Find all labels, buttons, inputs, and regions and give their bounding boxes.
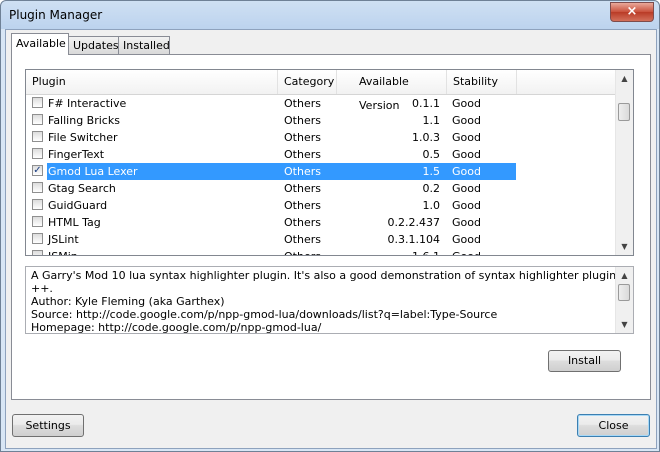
table-row[interactable]: HTML Tag Others 0.2.2.437 Good (26, 214, 516, 231)
row-highlight (47, 214, 516, 231)
row-plugin-name: File Switcher (48, 131, 118, 144)
tab-updates[interactable]: Updates (68, 36, 119, 54)
row-category: Others (284, 199, 321, 212)
row-checkbox[interactable] (32, 97, 43, 108)
row-checkbox[interactable] (32, 182, 43, 193)
row-stability: Good (452, 199, 481, 212)
table-row[interactable]: File Switcher Others 1.0.3 Good (26, 129, 516, 146)
install-button[interactable]: Install (548, 350, 621, 372)
row-checkbox[interactable] (32, 114, 43, 125)
row-plugin-name: F# Interactive (48, 97, 127, 110)
row-version: 0.3.1.104 (387, 233, 440, 246)
row-checkbox[interactable] (32, 250, 43, 255)
row-highlight (47, 248, 516, 255)
scroll-thumb[interactable] (618, 284, 630, 301)
scroll-down-icon[interactable]: ▼ (616, 238, 633, 255)
title-bar[interactable]: Plugin Manager × (1, 1, 659, 29)
window-close-icon[interactable]: × (610, 2, 654, 22)
row-plugin-name: Gtag Search (48, 182, 116, 195)
table-row[interactable]: F# Interactive Others 0.1.1 Good (26, 95, 516, 112)
scroll-up-icon[interactable]: ▲ (616, 267, 633, 284)
row-version: 0.5 (422, 148, 441, 161)
row-checkbox[interactable] (32, 131, 43, 142)
row-category: Others (284, 250, 321, 255)
row-category: Others (284, 165, 321, 178)
row-highlight (47, 197, 516, 214)
row-checkbox[interactable] (32, 216, 43, 227)
row-version: 1.6.1 (336, 250, 440, 255)
row-category: Others (284, 131, 321, 144)
plugin-list-header: Plugin Category Available Version Stabil… (26, 70, 616, 112)
row-highlight (47, 180, 516, 197)
row-highlight (47, 231, 516, 248)
row-version: 0.2 (422, 182, 441, 195)
column-header-stability[interactable]: Stability (447, 70, 517, 94)
description-line: A Garry's Mod 10 lua syntax highlighter … (31, 269, 634, 282)
row-checkbox[interactable] (32, 148, 43, 159)
plugin-list-scrollbar[interactable]: ▲ ▼ (615, 70, 633, 255)
row-stability: Good (452, 165, 481, 178)
row-plugin-name: GuidGuard (48, 199, 108, 212)
row-stability: Good (452, 233, 481, 246)
row-category: Others (284, 148, 321, 161)
table-row[interactable]: Gtag Search Others 0.2 Good (26, 180, 516, 197)
row-stability: Good (452, 97, 481, 110)
row-version: 0.2.2.437 (387, 216, 440, 229)
row-plugin-name: Gmod Lua Lexer (48, 165, 138, 178)
table-row[interactable]: Falling Bricks Others 1.1 Good (26, 112, 516, 129)
row-category: Others (284, 182, 321, 195)
description-author: Author: Kyle Fleming (aka Garthex) (31, 295, 225, 308)
row-stability: Good (452, 131, 481, 144)
scroll-down-icon[interactable]: ▼ (616, 316, 633, 333)
row-stability: Good (452, 148, 481, 161)
table-row[interactable]: JSMin Others 1.6.1 Good (26, 248, 516, 255)
row-category: Others (284, 233, 321, 246)
row-checkbox[interactable] (32, 233, 43, 244)
row-plugin-name: HTML Tag (48, 216, 101, 229)
table-row[interactable]: GuidGuard Others 1.0 Good (26, 197, 516, 214)
plugin-manager-window: Plugin Manager × Available Updates Insta… (0, 0, 660, 452)
table-row[interactable]: JSLint Others 0.3.1.104 Good (26, 231, 516, 248)
row-category: Others (284, 114, 321, 127)
window-title: Plugin Manager (9, 8, 103, 22)
description-line: ++. (31, 282, 53, 295)
row-version: 0.1.1 (412, 97, 440, 110)
tab-available[interactable]: Available (11, 33, 69, 55)
row-plugin-name: FingerText (48, 148, 105, 161)
description-homepage: Homepage: http://code.google.com/p/npp-g… (31, 321, 322, 334)
row-version: 1.0.3 (412, 131, 440, 144)
close-button[interactable]: Close (577, 414, 650, 437)
column-header-plugin[interactable]: Plugin (26, 70, 278, 94)
row-version: 1.0 (422, 199, 441, 212)
column-header-version[interactable]: Available Version (337, 70, 447, 112)
column-header-category[interactable]: Category (278, 70, 337, 94)
row-category: Others (284, 97, 321, 110)
row-highlight (47, 146, 516, 163)
row-stability: Good (452, 114, 481, 127)
row-checkbox[interactable]: ✓ (32, 165, 43, 176)
settings-button[interactable]: Settings (12, 414, 84, 437)
scroll-up-icon[interactable]: ▲ (616, 70, 633, 87)
row-plugin-name: JSLint (48, 233, 79, 246)
row-plugin-name: JSMin (48, 250, 78, 255)
scroll-thumb[interactable] (618, 103, 630, 121)
row-plugin-name: Falling Bricks (48, 114, 120, 127)
row-stability: Good (452, 182, 481, 195)
row-version: 1.5 (422, 165, 441, 178)
description-source: Source: http://code.google.com/p/npp-gmo… (31, 308, 498, 321)
row-version: 1.1 (422, 114, 441, 127)
row-stability: Good (452, 216, 481, 229)
table-row[interactable]: ✓ Gmod Lua Lexer Others 1.5 Good (26, 163, 516, 180)
row-stability: Good (452, 250, 481, 255)
dialog-body: Available Updates Installed Plugin Categ… (5, 29, 657, 449)
row-category: Others (284, 216, 321, 229)
description-scrollbar[interactable]: ▲ ▼ (615, 267, 633, 333)
tab-installed[interactable]: Installed (118, 36, 170, 54)
plugin-description[interactable]: A Garry's Mod 10 lua syntax highlighter … (25, 266, 634, 334)
plugin-list[interactable]: Plugin Category Available Version Stabil… (25, 69, 634, 256)
row-checkbox[interactable] (32, 199, 43, 210)
table-row[interactable]: FingerText Others 0.5 Good (26, 146, 516, 163)
